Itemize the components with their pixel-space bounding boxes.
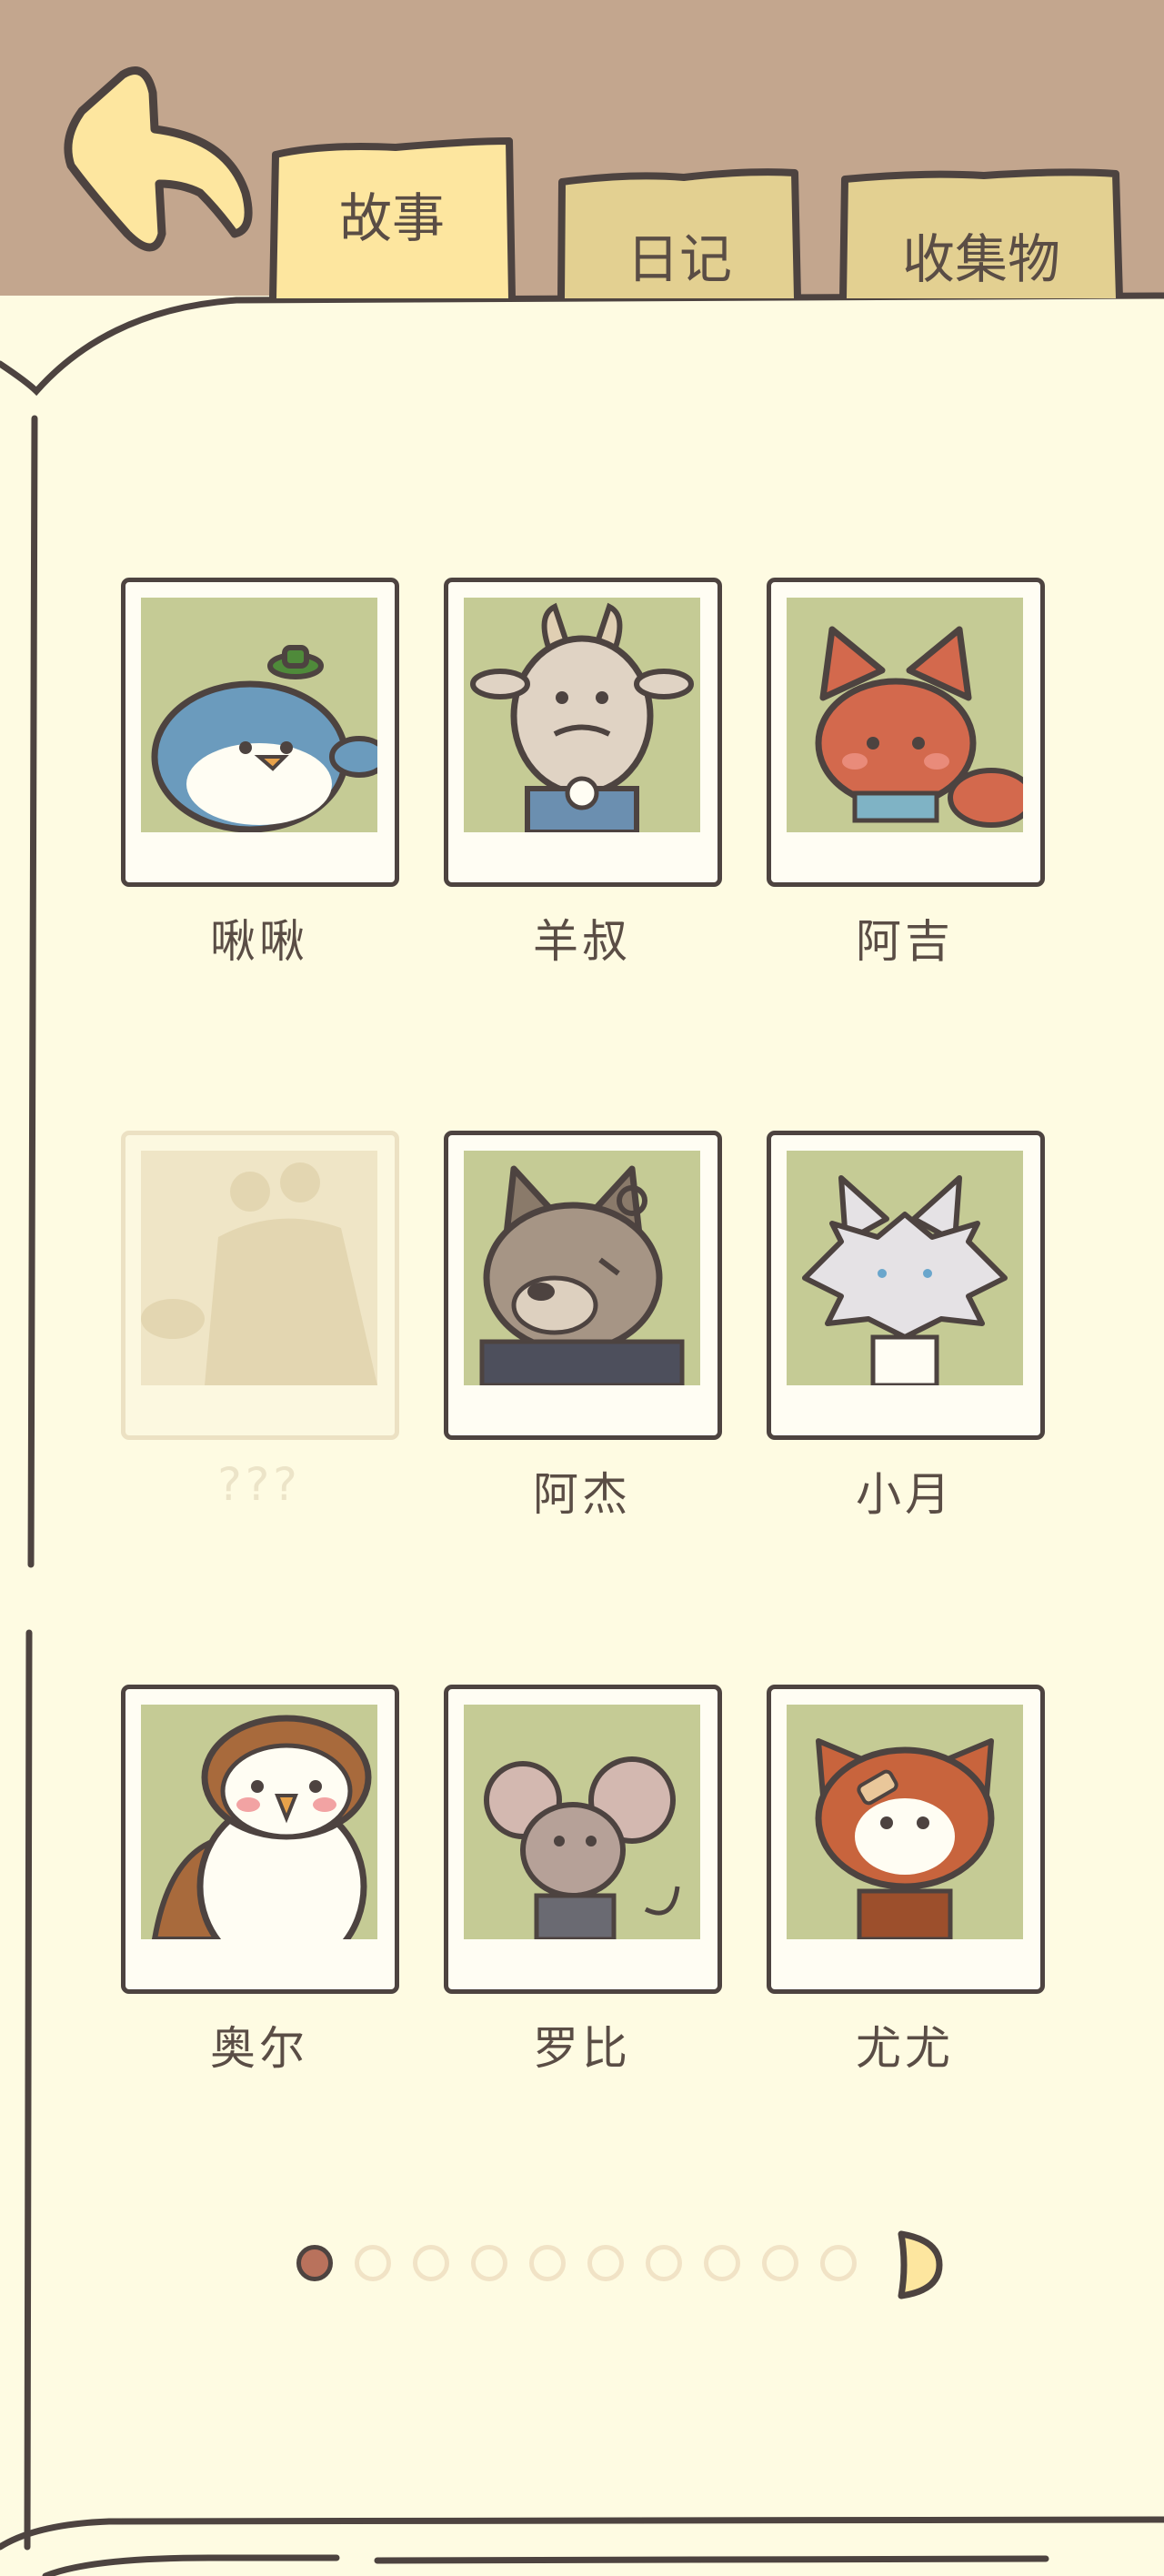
character-name: 罗比 — [533, 2022, 631, 2075]
character-name: 阿吉 — [856, 915, 954, 968]
character-name: 奥尔 — [210, 2022, 308, 2075]
character-name: ??? — [217, 1458, 301, 1511]
page-dot-7[interactable] — [646, 2245, 682, 2281]
page-dot-8[interactable] — [704, 2245, 740, 2281]
photo-frame — [767, 1685, 1045, 1994]
tab-story[interactable]: 故事 — [268, 136, 516, 300]
character-name: 啾啾 — [210, 915, 308, 968]
character-name: 尤尤 — [856, 2022, 954, 2075]
fox-icon — [815, 626, 1023, 828]
page-dot-2[interactable] — [355, 2245, 391, 2281]
photo-frame — [444, 578, 722, 887]
photo-frame — [121, 1131, 399, 1440]
photo-frame — [121, 578, 399, 887]
character-card[interactable]: 啾啾 — [121, 578, 399, 968]
character-card[interactable]: 奥尔 — [121, 1685, 399, 2075]
character-card[interactable]: 尤尤 — [767, 1685, 1045, 2075]
pagination-dots — [296, 2241, 878, 2285]
character-card[interactable]: 阿吉 — [767, 578, 1045, 968]
tab-story-label: 故事 — [338, 187, 445, 249]
page-dot-1[interactable] — [296, 2245, 333, 2281]
wolf-icon — [479, 1165, 685, 1385]
character-name: 阿杰 — [533, 1468, 631, 1521]
page-dot-3[interactable] — [413, 2245, 449, 2281]
tab-diary-label: 日记 — [626, 228, 732, 290]
photo-frame — [444, 1685, 722, 1994]
red-panda-icon — [815, 1738, 995, 1939]
next-page-icon[interactable] — [894, 2227, 945, 2303]
page-dot-10[interactable] — [820, 2245, 857, 2281]
page-dot-5[interactable] — [529, 2245, 566, 2281]
photo-frame — [121, 1685, 399, 1994]
page-dot-9[interactable] — [762, 2245, 798, 2281]
white-cat-icon — [802, 1175, 1008, 1385]
owl-icon — [151, 1715, 372, 1939]
page-dot-6[interactable] — [587, 2245, 624, 2281]
character-name: 羊叔 — [533, 915, 631, 968]
character-card[interactable]: 羊叔 — [444, 578, 722, 968]
photo-frame — [767, 578, 1045, 887]
mouse-icon — [484, 1756, 680, 1939]
character-card[interactable]: 阿杰 — [444, 1131, 722, 1521]
page-dot-4[interactable] — [471, 2245, 507, 2281]
tab-collection[interactable]: 收集物 — [838, 168, 1124, 300]
bluebird-icon — [151, 645, 377, 832]
character-name: 小月 — [856, 1468, 954, 1521]
goat-icon — [470, 602, 694, 832]
tab-diary[interactable]: 日记 — [557, 168, 802, 300]
character-card[interactable]: 罗比 — [444, 1685, 722, 2075]
character-card-locked[interactable]: ??? — [121, 1131, 399, 1511]
tab-collection-label: 收集物 — [901, 228, 1060, 290]
photo-frame — [767, 1131, 1045, 1440]
silhouette-icon — [141, 1162, 377, 1385]
back-arrow-icon[interactable] — [55, 56, 264, 257]
character-card[interactable]: 小月 — [767, 1131, 1045, 1521]
photo-frame — [444, 1131, 722, 1440]
